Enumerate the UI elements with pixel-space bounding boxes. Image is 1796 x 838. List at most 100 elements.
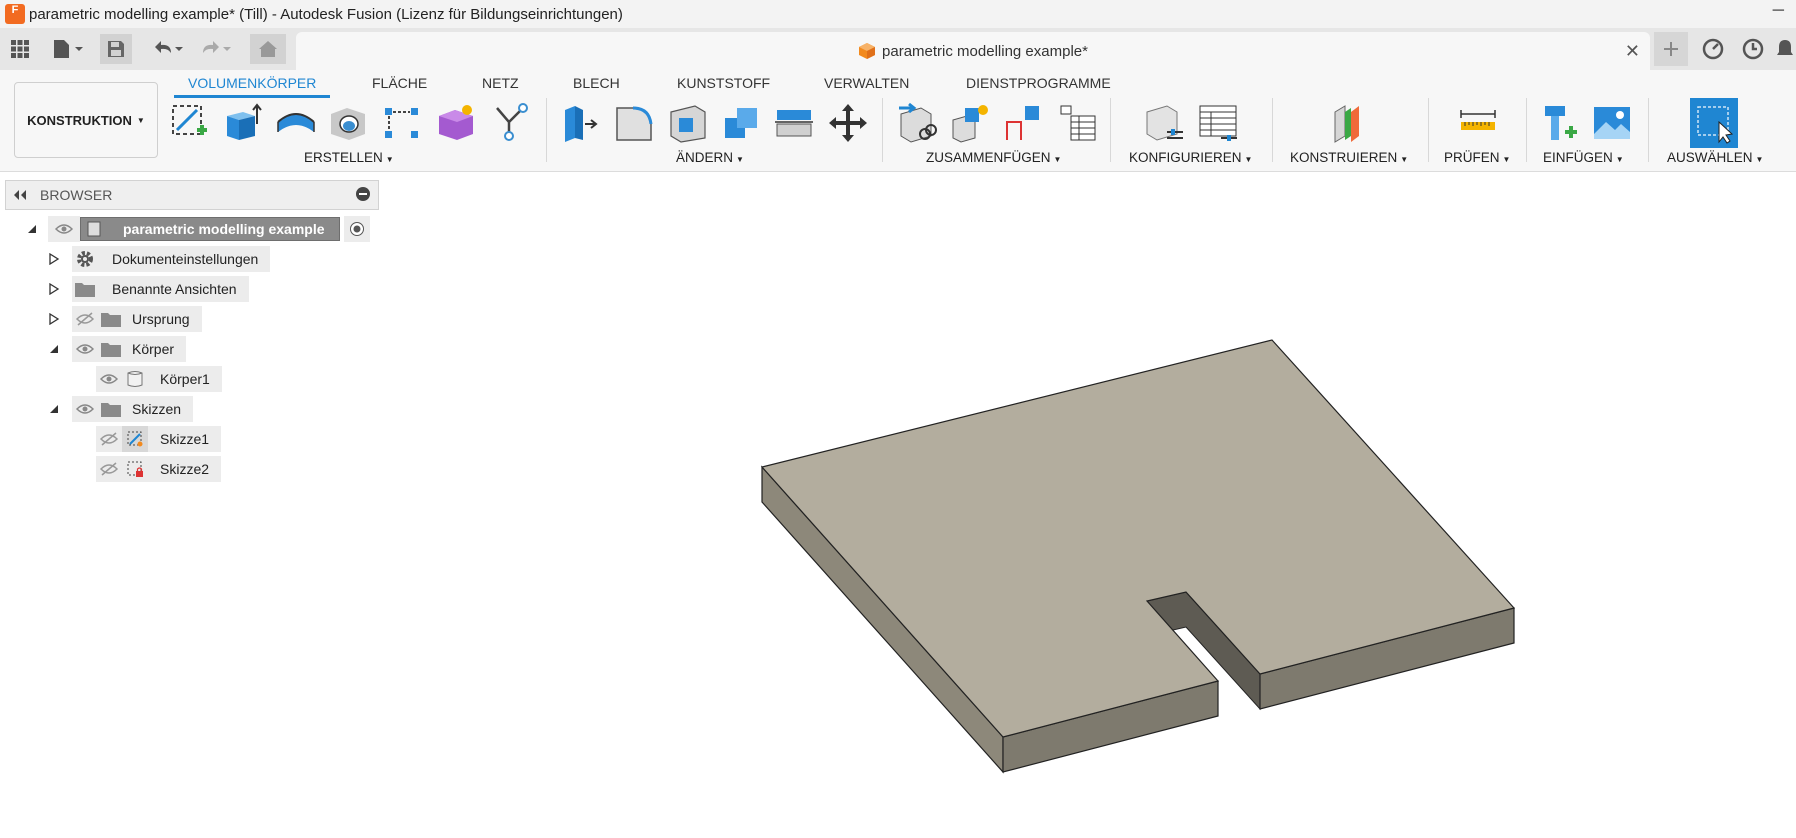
component-icon — [859, 43, 876, 59]
split-body-button[interactable] — [772, 100, 816, 146]
visibility-eye-icon[interactable] — [72, 336, 98, 362]
document-component-icon — [87, 221, 101, 237]
undo-button[interactable] — [148, 34, 188, 64]
browser-root-item[interactable]: parametric modelling example — [26, 216, 370, 242]
shell-button[interactable] — [666, 100, 710, 146]
combine-button[interactable] — [720, 100, 764, 146]
group-konfigurieren[interactable]: KONFIGURIEREN ▼ — [1129, 150, 1252, 165]
browser-item-label: Skizze1 — [160, 431, 210, 447]
group-zusammenfuegen[interactable]: ZUSAMMENFÜGEN ▼ — [926, 150, 1061, 165]
new-component-button[interactable] — [948, 100, 992, 146]
browser-item-label: Benannte Ansichten — [112, 281, 237, 297]
joint-button[interactable] — [896, 100, 940, 146]
tab-kunststoff[interactable]: KUNSTSTOFF — [677, 75, 770, 91]
revolve-button[interactable] — [274, 100, 318, 146]
browser-item-document-settings[interactable]: Dokumenteinstellungen — [48, 246, 271, 272]
create-sketch-button[interactable] — [168, 100, 212, 146]
folder-icon — [98, 336, 124, 362]
new-tab-button[interactable] — [1654, 32, 1688, 66]
browser-item-origin[interactable]: Ursprung — [48, 306, 202, 332]
canvas-viewport[interactable] — [0, 173, 1796, 838]
document-tab[interactable]: parametric modelling example* ✕ — [296, 32, 1650, 70]
tab-flaeche[interactable]: FLÄCHE — [372, 75, 427, 91]
activate-radio-icon[interactable] — [343, 216, 370, 242]
measure-button[interactable] — [1456, 100, 1500, 146]
minimize-button[interactable]: ─ — [1773, 2, 1784, 20]
title-bar: F parametric modelling example* (Till) -… — [0, 0, 1796, 28]
browser-item-named-views[interactable]: Benannte Ansichten — [48, 276, 249, 302]
group-konstruieren[interactable]: KONSTRUIEREN ▼ — [1290, 150, 1408, 165]
workspace-label: KONSTRUKTION — [27, 112, 132, 128]
notifications-button[interactable] — [1774, 32, 1796, 66]
insert-mcmaster-button[interactable] — [1538, 100, 1582, 146]
tab-blech[interactable]: BLECH — [573, 75, 620, 91]
expanded-triangle-icon[interactable] — [26, 223, 38, 235]
tab-netz[interactable]: NETZ — [482, 75, 519, 91]
bill-of-materials-button[interactable] — [1056, 100, 1100, 146]
configure-button[interactable] — [1142, 100, 1186, 146]
visibility-eye-icon[interactable] — [72, 396, 98, 422]
redo-button[interactable] — [196, 34, 236, 64]
chevron-down-icon: ▼ — [136, 115, 145, 125]
expanded-triangle-icon[interactable] — [48, 343, 60, 355]
tab-dienstprogramme[interactable]: DIENSTPROGRAMME — [966, 75, 1111, 91]
save-button[interactable] — [100, 34, 132, 64]
visibility-eye-icon[interactable] — [96, 366, 122, 392]
group-erstellen[interactable]: ERSTELLEN ▼ — [304, 150, 394, 165]
home-icon — [259, 41, 277, 57]
group-auswaehlen[interactable]: AUSWÄHLEN ▼ — [1667, 150, 1763, 165]
split-body-icon — [775, 110, 813, 137]
browser-panel-header: BROWSER — [5, 180, 379, 210]
extensions-button[interactable] — [1696, 32, 1730, 66]
minimize-browser-button[interactable] — [356, 187, 370, 201]
browser-item-bodies[interactable]: Körper — [48, 336, 187, 362]
select-cursor-icon — [1697, 106, 1734, 144]
press-pull-button[interactable] — [558, 100, 602, 146]
collapsed-triangle-icon[interactable] — [48, 313, 60, 325]
file-menu-button[interactable] — [48, 34, 88, 64]
undo-icon — [155, 41, 183, 53]
browser-item-sketches[interactable]: Skizzen — [48, 396, 194, 422]
close-tab-button[interactable]: ✕ — [1625, 41, 1640, 62]
insert-canvas-button[interactable] — [1590, 100, 1634, 146]
browser-item-body1[interactable]: Körper1 — [96, 366, 222, 392]
collapse-browser-icon[interactable] — [12, 190, 28, 200]
move-button[interactable] — [826, 100, 870, 146]
root-component-label-box[interactable]: parametric modelling example — [80, 217, 340, 241]
hidden-eye-icon[interactable] — [96, 426, 122, 452]
select-button[interactable] — [1690, 98, 1738, 148]
hole-button[interactable] — [326, 100, 370, 146]
workspace-switcher[interactable]: KONSTRUKTION ▼ — [14, 82, 158, 158]
separator — [1428, 98, 1429, 162]
expanded-triangle-icon[interactable] — [48, 403, 60, 415]
gauge-icon — [1702, 38, 1724, 60]
extrude-button[interactable] — [220, 100, 264, 146]
form-button[interactable] — [434, 100, 478, 146]
browser-item-sketch2[interactable]: Skizze2 — [96, 456, 222, 482]
group-pruefen[interactable]: PRÜFEN ▼ — [1444, 150, 1510, 165]
hidden-eye-icon[interactable] — [72, 306, 98, 332]
derive-button[interactable] — [488, 100, 532, 146]
pattern-button[interactable] — [380, 100, 424, 146]
group-einfuegen[interactable]: EINFÜGEN ▼ — [1543, 150, 1624, 165]
data-panel-grid-button[interactable] — [4, 34, 36, 64]
offset-plane-button[interactable] — [1328, 100, 1372, 146]
separator — [1110, 98, 1111, 162]
hidden-eye-icon[interactable] — [96, 456, 122, 482]
collapsed-triangle-icon[interactable] — [48, 253, 60, 265]
toolbar-ribbon: KONSTRUKTION ▼ VOLUMENKÖRPER FLÄCHE NETZ … — [0, 70, 1796, 172]
tab-volumenkoerper[interactable]: VOLUMENKÖRPER — [188, 75, 316, 91]
home-button[interactable] — [250, 34, 286, 64]
as-built-joint-button[interactable] — [1002, 100, 1046, 146]
group-aendern[interactable]: ÄNDERN ▼ — [676, 150, 744, 165]
collapsed-triangle-icon[interactable] — [48, 283, 60, 295]
redo-icon — [203, 41, 231, 53]
browser-item-sketch1[interactable]: Skizze1 — [96, 426, 222, 452]
configuration-table-button[interactable] — [1196, 100, 1240, 146]
visibility-eye-icon[interactable] — [48, 216, 80, 242]
clock-icon — [1742, 38, 1764, 60]
press-pull-icon — [565, 106, 598, 142]
fillet-button[interactable] — [612, 100, 656, 146]
tab-verwalten[interactable]: VERWALTEN — [824, 75, 909, 91]
job-status-button[interactable] — [1736, 32, 1770, 66]
